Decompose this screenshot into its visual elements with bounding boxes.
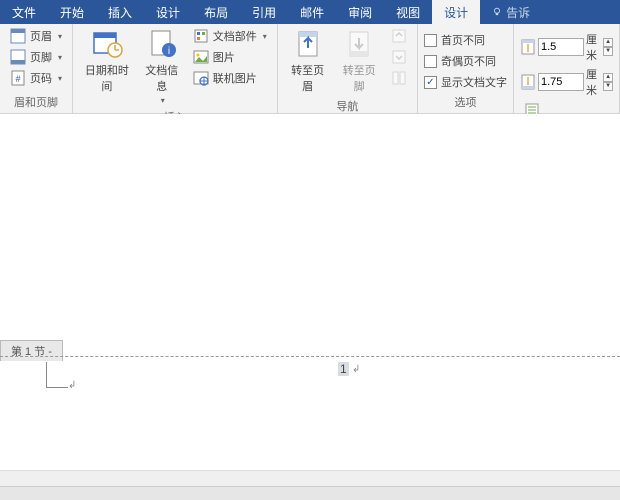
lightbulb-icon: [492, 7, 502, 17]
document-area[interactable]: 第 1 节 - ↲ 1 ↲: [0, 114, 620, 460]
prev-icon: [391, 28, 407, 44]
tab-insert[interactable]: 插入: [96, 0, 144, 24]
header-button[interactable]: 页眉▾: [6, 26, 66, 46]
header-icon: [10, 28, 26, 44]
picture-button[interactable]: 图片: [189, 47, 271, 67]
header-footer-divider: [0, 356, 620, 357]
online-picture-button[interactable]: 联机图片: [189, 68, 271, 88]
dropdown-icon: ▾: [263, 32, 267, 41]
nav-prev-button[interactable]: [387, 26, 411, 46]
spin-up[interactable]: ▲: [603, 38, 613, 47]
svg-text:#: #: [15, 74, 20, 84]
doc-info-icon: i: [146, 28, 178, 60]
dropdown-icon: ▾: [58, 53, 62, 62]
picture-icon: [193, 49, 209, 65]
checkbox-icon: [424, 55, 437, 68]
dropdown-icon: ▾: [58, 32, 62, 41]
date-time-button[interactable]: 日期和时间: [79, 26, 135, 96]
footer-spinner: ▲ ▼: [603, 73, 613, 91]
tell-me-label: 告诉: [506, 4, 530, 21]
ribbon: 页眉▾ 页脚▾ # 页码▾ 眉和页脚 日期和时间 i 文档信息: [0, 24, 620, 114]
horizontal-scrollbar[interactable]: [0, 470, 620, 486]
spin-down[interactable]: ▼: [603, 82, 613, 91]
spin-down[interactable]: ▼: [603, 47, 613, 56]
page-number-button[interactable]: # 页码▾: [6, 68, 66, 88]
group-insert: 日期和时间 i 文档信息 ▾ 文档部件▾ 图片 联机图片: [73, 24, 278, 113]
next-icon: [391, 49, 407, 65]
footer-button[interactable]: 页脚▾: [6, 47, 66, 67]
footer-icon: [10, 49, 26, 65]
page-number-field[interactable]: 1: [338, 362, 349, 376]
footer-distance-input[interactable]: [538, 73, 584, 91]
tab-mailings[interactable]: 邮件: [288, 0, 336, 24]
unit-label: 厘米: [586, 31, 601, 63]
online-picture-icon: [193, 70, 209, 86]
tab-layout[interactable]: 布局: [192, 0, 240, 24]
goto-header-icon: [292, 28, 324, 60]
tell-me[interactable]: 告诉: [480, 0, 542, 24]
footer-distance-icon: [520, 74, 536, 90]
tab-file[interactable]: 文件: [0, 0, 48, 24]
header-distance-icon: [520, 39, 536, 55]
dropdown-icon: ▾: [161, 96, 165, 105]
page-number-icon: #: [10, 70, 26, 86]
goto-header-button[interactable]: 转至页眉: [284, 26, 332, 96]
tab-review[interactable]: 审阅: [336, 0, 384, 24]
group-header-footer: 页眉▾ 页脚▾ # 页码▾ 眉和页脚: [0, 24, 73, 113]
tab-references[interactable]: 引用: [240, 0, 288, 24]
checkbox-checked-icon: ✓: [424, 76, 437, 89]
group-label-options: 选项: [424, 92, 507, 113]
show-doc-text-checkbox[interactable]: ✓ 显示文档文字: [424, 72, 507, 92]
section-label: 第 1 节 -: [0, 340, 63, 361]
doc-info-button[interactable]: i 文档信息 ▾: [139, 26, 185, 107]
link-icon: [391, 70, 407, 86]
header-position-row: 厘米 ▲ ▼: [520, 30, 613, 64]
header-spinner: ▲ ▼: [603, 38, 613, 56]
svg-text:i: i: [168, 46, 170, 57]
tab-design[interactable]: 设计: [144, 0, 192, 24]
diff-first-page-checkbox[interactable]: 首页不同: [424, 30, 507, 50]
goto-footer-button[interactable]: 转至页脚: [335, 26, 383, 96]
paragraph-mark-icon: ↲: [68, 380, 76, 391]
tab-view[interactable]: 视图: [384, 0, 432, 24]
dropdown-icon: ▾: [58, 74, 62, 83]
nav-next-button[interactable]: [387, 47, 411, 67]
tab-design-context[interactable]: 设计: [432, 0, 480, 24]
checkbox-icon: [424, 34, 437, 47]
date-time-icon: [91, 28, 123, 60]
footer-position-row: 厘米 ▲ ▼: [520, 65, 613, 99]
header-distance-input[interactable]: [538, 38, 584, 56]
spin-up[interactable]: ▲: [603, 73, 613, 82]
diff-odd-even-checkbox[interactable]: 奇偶页不同: [424, 51, 507, 71]
paragraph-mark-icon: ↲: [352, 364, 360, 375]
group-navigation: 转至页眉 转至页脚 导航: [278, 24, 418, 113]
footer-bracket-icon: [46, 362, 68, 388]
group-label-hf: 眉和页脚: [6, 92, 66, 113]
group-position: 厘米 ▲ ▼ 厘米 ▲ ▼: [514, 24, 620, 113]
doc-parts-icon: [193, 28, 209, 44]
ribbon-tabs: 文件 开始 插入 设计 布局 引用 邮件 审阅 视图 设计 告诉: [0, 0, 620, 24]
status-bar: [0, 486, 620, 500]
group-options: 首页不同 奇偶页不同 ✓ 显示文档文字 选项: [418, 24, 514, 113]
doc-parts-button[interactable]: 文档部件▾: [189, 26, 271, 46]
nav-link-button[interactable]: [387, 68, 411, 88]
unit-label: 厘米: [586, 66, 601, 98]
goto-footer-icon: [343, 28, 375, 60]
tab-home[interactable]: 开始: [48, 0, 96, 24]
